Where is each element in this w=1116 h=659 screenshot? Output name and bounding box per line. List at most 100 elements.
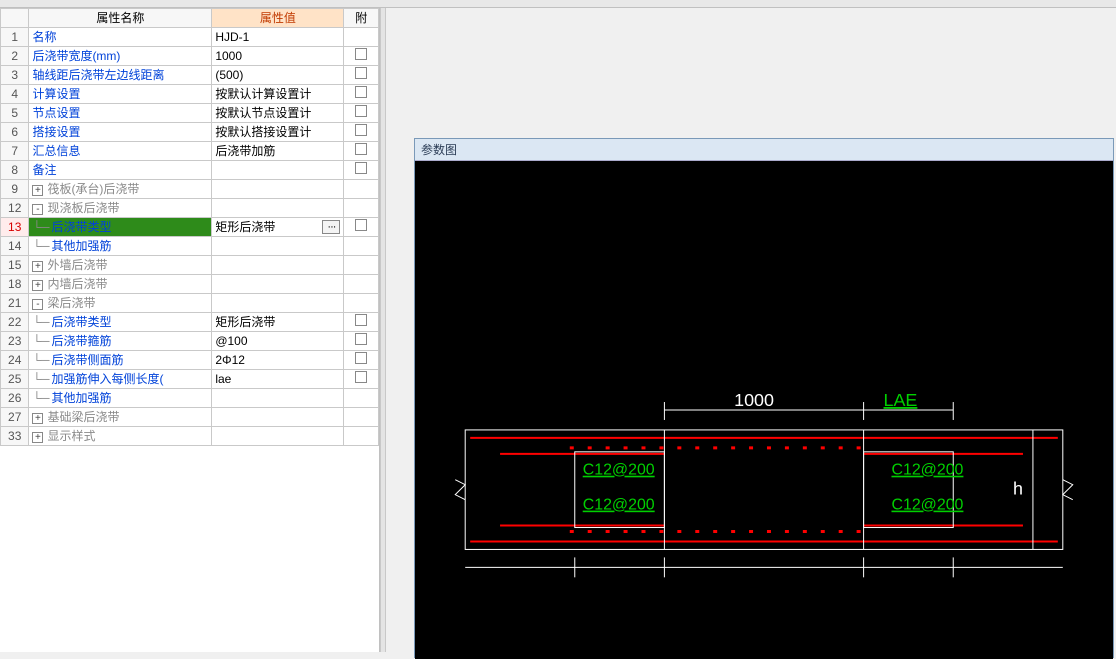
checkbox-icon[interactable]: [355, 333, 367, 345]
prop-value-cell[interactable]: [212, 294, 344, 313]
prop-value-cell[interactable]: @100: [212, 332, 344, 351]
checkbox-icon[interactable]: [355, 86, 367, 98]
prop-value-cell[interactable]: [212, 408, 344, 427]
attach-cell[interactable]: [344, 142, 379, 161]
prop-value-cell[interactable]: [212, 237, 344, 256]
prop-name-cell[interactable]: └─后浇带类型: [29, 218, 212, 237]
attach-cell[interactable]: [344, 161, 379, 180]
prop-value-cell[interactable]: 矩形后浇带···: [212, 218, 344, 237]
prop-name-cell[interactable]: └─后浇带类型: [29, 313, 212, 332]
prop-name-cell[interactable]: +内墙后浇带: [29, 275, 212, 294]
prop-value-cell[interactable]: (500): [212, 66, 344, 85]
table-row[interactable]: 3轴线距后浇带左边线距离(500): [1, 66, 379, 85]
table-row[interactable]: 2后浇带宽度(mm)1000: [1, 47, 379, 66]
prop-value-cell[interactable]: [212, 161, 344, 180]
header-name[interactable]: 属性名称: [29, 9, 212, 28]
attach-cell[interactable]: [344, 351, 379, 370]
prop-value-cell[interactable]: [212, 389, 344, 408]
table-row[interactable]: 13└─后浇带类型矩形后浇带···: [1, 218, 379, 237]
attach-cell[interactable]: [344, 294, 379, 313]
checkbox-icon[interactable]: [355, 352, 367, 364]
prop-name-cell[interactable]: -现浇板后浇带: [29, 199, 212, 218]
prop-value-cell[interactable]: [212, 180, 344, 199]
checkbox-icon[interactable]: [355, 371, 367, 383]
prop-value-cell[interactable]: [212, 275, 344, 294]
prop-name-cell[interactable]: 计算设置: [29, 85, 212, 104]
table-row[interactable]: 6搭接设置按默认搭接设置计: [1, 123, 379, 142]
prop-name-cell[interactable]: +基础梁后浇带: [29, 408, 212, 427]
checkbox-icon[interactable]: [355, 67, 367, 79]
table-row[interactable]: 12-现浇板后浇带: [1, 199, 379, 218]
attach-cell[interactable]: [344, 370, 379, 389]
attach-cell[interactable]: [344, 199, 379, 218]
tree-toggle-icon[interactable]: +: [32, 185, 43, 196]
ellipsis-button[interactable]: ···: [322, 220, 340, 234]
table-row[interactable]: 33+显示样式: [1, 427, 379, 446]
attach-cell[interactable]: [344, 123, 379, 142]
checkbox-icon[interactable]: [355, 219, 367, 231]
prop-value-cell[interactable]: 按默认节点设置计: [212, 104, 344, 123]
table-row[interactable]: 22└─后浇带类型矩形后浇带: [1, 313, 379, 332]
prop-name-cell[interactable]: -梁后浇带: [29, 294, 212, 313]
prop-value-cell[interactable]: [212, 256, 344, 275]
prop-value-cell[interactable]: 2Φ12: [212, 351, 344, 370]
diagram-canvas[interactable]: 1000 LAE: [415, 161, 1113, 659]
prop-value-cell[interactable]: [212, 199, 344, 218]
prop-value-cell[interactable]: 1000: [212, 47, 344, 66]
checkbox-icon[interactable]: [355, 314, 367, 326]
attach-cell[interactable]: [344, 218, 379, 237]
header-value[interactable]: 属性值: [212, 9, 344, 28]
tree-toggle-icon[interactable]: +: [32, 280, 43, 291]
prop-value-cell[interactable]: lae: [212, 370, 344, 389]
table-row[interactable]: 5节点设置按默认节点设置计: [1, 104, 379, 123]
attach-cell[interactable]: [344, 180, 379, 199]
attach-cell[interactable]: [344, 237, 379, 256]
table-row[interactable]: 24└─后浇带侧面筋2Φ12: [1, 351, 379, 370]
table-row[interactable]: 25└─加强筋伸入每侧长度(lae: [1, 370, 379, 389]
checkbox-icon[interactable]: [355, 162, 367, 174]
table-row[interactable]: 8备注: [1, 161, 379, 180]
prop-name-cell[interactable]: └─后浇带侧面筋: [29, 351, 212, 370]
attach-cell[interactable]: [344, 275, 379, 294]
prop-value-cell[interactable]: 后浇带加筋: [212, 142, 344, 161]
prop-name-cell[interactable]: └─其他加强筋: [29, 237, 212, 256]
tree-toggle-icon[interactable]: -: [32, 299, 43, 310]
table-row[interactable]: 27+基础梁后浇带: [1, 408, 379, 427]
prop-name-cell[interactable]: +外墙后浇带: [29, 256, 212, 275]
tree-toggle-icon[interactable]: +: [32, 432, 43, 443]
prop-value-cell[interactable]: HJD-1: [212, 28, 344, 47]
prop-name-cell[interactable]: └─其他加强筋: [29, 389, 212, 408]
checkbox-icon[interactable]: [355, 124, 367, 136]
attach-cell[interactable]: [344, 389, 379, 408]
prop-name-cell[interactable]: 轴线距后浇带左边线距离: [29, 66, 212, 85]
checkbox-icon[interactable]: [355, 48, 367, 60]
attach-cell[interactable]: [344, 28, 379, 47]
attach-cell[interactable]: [344, 408, 379, 427]
prop-name-cell[interactable]: 节点设置: [29, 104, 212, 123]
table-row[interactable]: 15+外墙后浇带: [1, 256, 379, 275]
table-row[interactable]: 9+筏板(承台)后浇带: [1, 180, 379, 199]
prop-name-cell[interactable]: └─加强筋伸入每侧长度(: [29, 370, 212, 389]
table-row[interactable]: 14└─其他加强筋: [1, 237, 379, 256]
prop-name-cell[interactable]: 汇总信息: [29, 142, 212, 161]
prop-value-cell[interactable]: 矩形后浇带: [212, 313, 344, 332]
prop-name-cell[interactable]: 名称: [29, 28, 212, 47]
tree-toggle-icon[interactable]: -: [32, 204, 43, 215]
table-row[interactable]: 18+内墙后浇带: [1, 275, 379, 294]
prop-name-cell[interactable]: 后浇带宽度(mm): [29, 47, 212, 66]
table-row[interactable]: 26└─其他加强筋: [1, 389, 379, 408]
prop-name-cell[interactable]: +显示样式: [29, 427, 212, 446]
prop-value-cell[interactable]: 按默认搭接设置计: [212, 123, 344, 142]
attach-cell[interactable]: [344, 332, 379, 351]
attach-cell[interactable]: [344, 313, 379, 332]
attach-cell[interactable]: [344, 85, 379, 104]
table-row[interactable]: 23└─后浇带箍筋@100: [1, 332, 379, 351]
tree-toggle-icon[interactable]: +: [32, 413, 43, 424]
attach-cell[interactable]: [344, 66, 379, 85]
prop-name-cell[interactable]: +筏板(承台)后浇带: [29, 180, 212, 199]
prop-value-cell[interactable]: [212, 427, 344, 446]
attach-cell[interactable]: [344, 104, 379, 123]
header-attach[interactable]: 附: [344, 9, 379, 28]
attach-cell[interactable]: [344, 256, 379, 275]
checkbox-icon[interactable]: [355, 143, 367, 155]
